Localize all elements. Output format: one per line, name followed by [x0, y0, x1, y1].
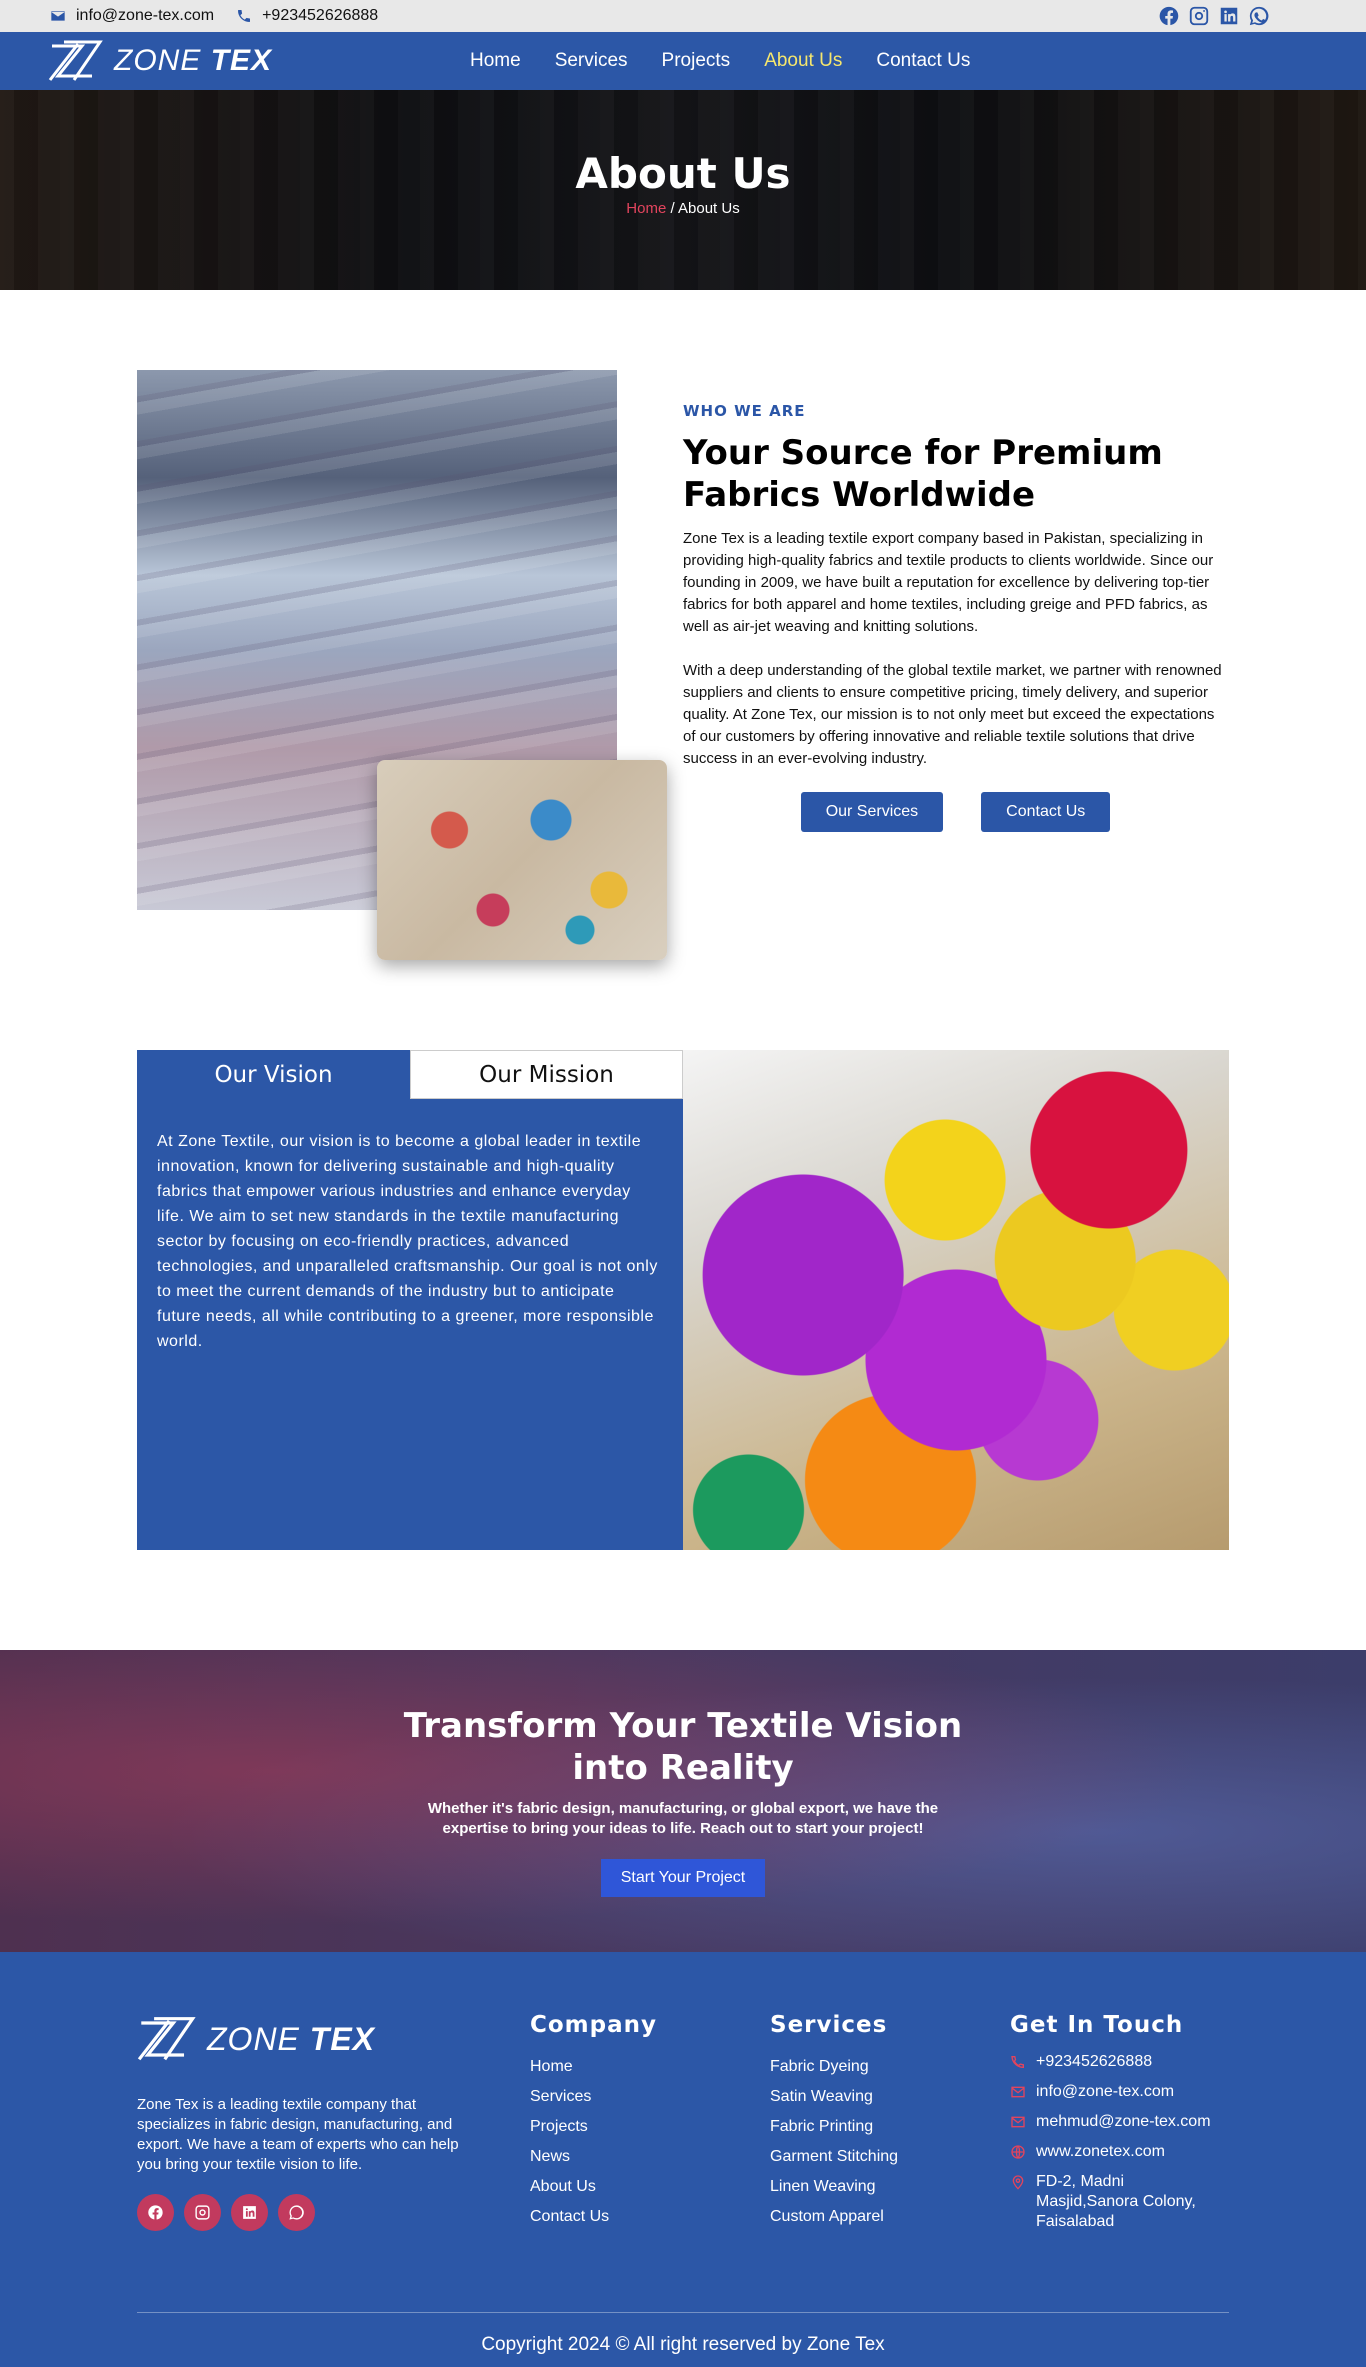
footer-service-fabric-dyeing[interactable]: Fabric Dyeing	[770, 2052, 898, 2082]
nav-services[interactable]: Services	[555, 50, 628, 72]
yarn-balls-image	[683, 1050, 1229, 1550]
footer-social	[137, 2194, 315, 2231]
footer-logo-text-bold: TEX	[309, 2020, 376, 2057]
tab-our-mission[interactable]: Our Mission	[410, 1050, 683, 1099]
topbar-social	[1158, 5, 1270, 27]
topbar-email[interactable]: info@zone-tex.com	[50, 7, 214, 25]
logo-text: ZONE TEX	[114, 44, 272, 78]
page-title: About Us	[575, 149, 791, 198]
instagram-icon[interactable]	[184, 2194, 221, 2231]
breadcrumb-separator: /	[666, 200, 678, 217]
breadcrumb-home[interactable]: Home	[626, 200, 666, 217]
footer-description: Zone Tex is a leading textile company th…	[137, 2096, 459, 2173]
footer-logo-text: ZONE TEX	[207, 2021, 375, 2058]
about-eyebrow: WHO WE ARE	[683, 402, 806, 420]
footer-email-2-text: mehmud@zone-tex.com	[1036, 2113, 1211, 2130]
footer-logo-text-light: ZONE	[207, 2020, 300, 2057]
about-heading: Your Source for Premium Fabrics Worldwid…	[683, 433, 1163, 515]
facebook-icon[interactable]	[137, 2194, 174, 2231]
footer-phone-text: +923452626888	[1036, 2053, 1153, 2070]
footer-copyright: Copyright 2024 © All right reserved by Z…	[481, 2334, 885, 2355]
linkedin-icon[interactable]	[1218, 5, 1240, 27]
cta-banner: Transform Your Textile Vision into Reali…	[0, 1650, 1366, 1952]
footer-service-fabric-printing[interactable]: Fabric Printing	[770, 2112, 898, 2142]
cta-heading: Transform Your Textile Vision into Reali…	[403, 1706, 963, 1788]
footer-link-services[interactable]: Services	[530, 2082, 657, 2112]
footer-link-contact-us[interactable]: Contact Us	[530, 2202, 657, 2232]
about-paragraph-2: With a deep understanding of the global …	[683, 662, 1222, 767]
footer-address: FD-2, Madni Masjid,Sanora Colony, Faisal…	[1010, 2172, 1211, 2232]
footer-service-custom-apparel[interactable]: Custom Apparel	[770, 2202, 898, 2232]
envelope-icon	[51, 11, 65, 21]
instagram-icon[interactable]	[1188, 5, 1210, 27]
breadcrumb-current: About Us	[678, 200, 740, 217]
footer-website-text: www.zonetex.com	[1036, 2143, 1165, 2160]
zone-tex-logo-icon	[48, 40, 103, 81]
envelope-icon	[1011, 2086, 1025, 2098]
breadcrumb: Home / About Us	[626, 200, 739, 217]
site-logo[interactable]: ZONE TEX	[48, 40, 272, 82]
nav-contact-us[interactable]: Contact Us	[876, 50, 970, 72]
vision-panel: Our Vision Our Mission At Zone Textile, …	[137, 1050, 683, 1550]
footer-link-about-us[interactable]: About Us	[530, 2172, 657, 2202]
tab-our-vision[interactable]: Our Vision	[137, 1050, 410, 1099]
footer-phone[interactable]: +923452626888	[1010, 2052, 1211, 2072]
our-services-button[interactable]: Our Services	[800, 792, 944, 832]
linkedin-icon[interactable]	[231, 2194, 268, 2231]
footer-services-title: Services	[770, 2012, 888, 2038]
footer-email-2[interactable]: mehmud@zone-tex.com	[1010, 2112, 1211, 2132]
logo-text-bold: TEX	[210, 44, 273, 77]
zone-tex-logo-icon	[137, 2017, 196, 2061]
nav-projects[interactable]: Projects	[662, 50, 731, 72]
footer-email-1-text: info@zone-tex.com	[1036, 2083, 1175, 2100]
vision-mission-tabs: Our Vision Our Mission	[137, 1050, 683, 1099]
footer-divider	[137, 2312, 1229, 2313]
about-paragraph-1: Zone Tex is a leading textile export com…	[683, 530, 1214, 635]
footer-link-news[interactable]: News	[530, 2142, 657, 2172]
logo-text-light: ZONE	[114, 44, 202, 77]
top-bar: info@zone-tex.com +923452626888	[0, 0, 1366, 32]
footer: ZONE TEX Zone Tex is a leading textile c…	[0, 1952, 1366, 2367]
topbar-phone-text: +923452626888	[262, 7, 379, 24]
footer-service-garment-stitching[interactable]: Garment Stitching	[770, 2142, 898, 2172]
whatsapp-icon[interactable]	[1248, 5, 1270, 27]
whatsapp-icon[interactable]	[278, 2194, 315, 2231]
topbar-phone[interactable]: +923452626888	[236, 7, 378, 25]
cta-text: Whether it's fabric design, manufacturin…	[427, 1800, 939, 1837]
about-section: WHO WE ARE Your Source for Premium Fabri…	[0, 290, 1366, 1050]
globe-icon	[1011, 2145, 1025, 2159]
footer-logo[interactable]: ZONE TEX	[137, 2012, 375, 2066]
page-hero: About Us Home / About Us	[0, 90, 1366, 290]
footer-services-column: Services Fabric Dyeing Satin Weaving Fab…	[770, 2012, 898, 2232]
facebook-icon[interactable]	[1158, 5, 1180, 27]
footer-address-text: FD-2, Madni Masjid,Sanora Colony, Faisal…	[1036, 2173, 1196, 2230]
footer-company-column: Company Home Services Projects News Abou…	[530, 2012, 657, 2232]
footer-link-projects[interactable]: Projects	[530, 2112, 657, 2142]
topbar-email-text: info@zone-tex.com	[76, 7, 215, 24]
contact-us-button[interactable]: Contact Us	[981, 792, 1111, 832]
footer-website[interactable]: www.zonetex.com	[1010, 2142, 1211, 2162]
nav-menu: Home Services Projects About Us Contact …	[470, 32, 970, 90]
footer-service-satin-weaving[interactable]: Satin Weaving	[770, 2082, 898, 2112]
phone-icon	[238, 10, 251, 22]
start-your-project-button[interactable]: Start Your Project	[600, 1859, 766, 1897]
about-buttons: Our Services Contact Us	[683, 792, 1228, 832]
main-nav: ZONE TEX Home Services Projects About Us…	[0, 32, 1366, 90]
footer-contact-title: Get In Touch	[1010, 2012, 1184, 2038]
envelope-icon	[1011, 2116, 1025, 2128]
footer-email-1[interactable]: info@zone-tex.com	[1010, 2082, 1211, 2102]
printed-fabric-image	[377, 760, 667, 960]
vision-text: At Zone Textile, our vision is to become…	[157, 1133, 658, 1350]
nav-home[interactable]: Home	[470, 50, 521, 72]
footer-contact-column: Get In Touch +923452626888 info@zone-tex…	[1010, 2012, 1211, 2242]
map-pin-icon	[1012, 2175, 1024, 2190]
phone-icon	[1011, 2056, 1024, 2069]
footer-link-home[interactable]: Home	[530, 2052, 657, 2082]
about-text: WHO WE ARE Your Source for Premium Fabri…	[683, 402, 1228, 832]
nav-about-us[interactable]: About Us	[764, 50, 842, 72]
footer-company-title: Company	[530, 2012, 657, 2038]
footer-service-linen-weaving[interactable]: Linen Weaving	[770, 2172, 898, 2202]
vision-mission-section: Our Vision Our Mission At Zone Textile, …	[0, 1050, 1366, 1650]
